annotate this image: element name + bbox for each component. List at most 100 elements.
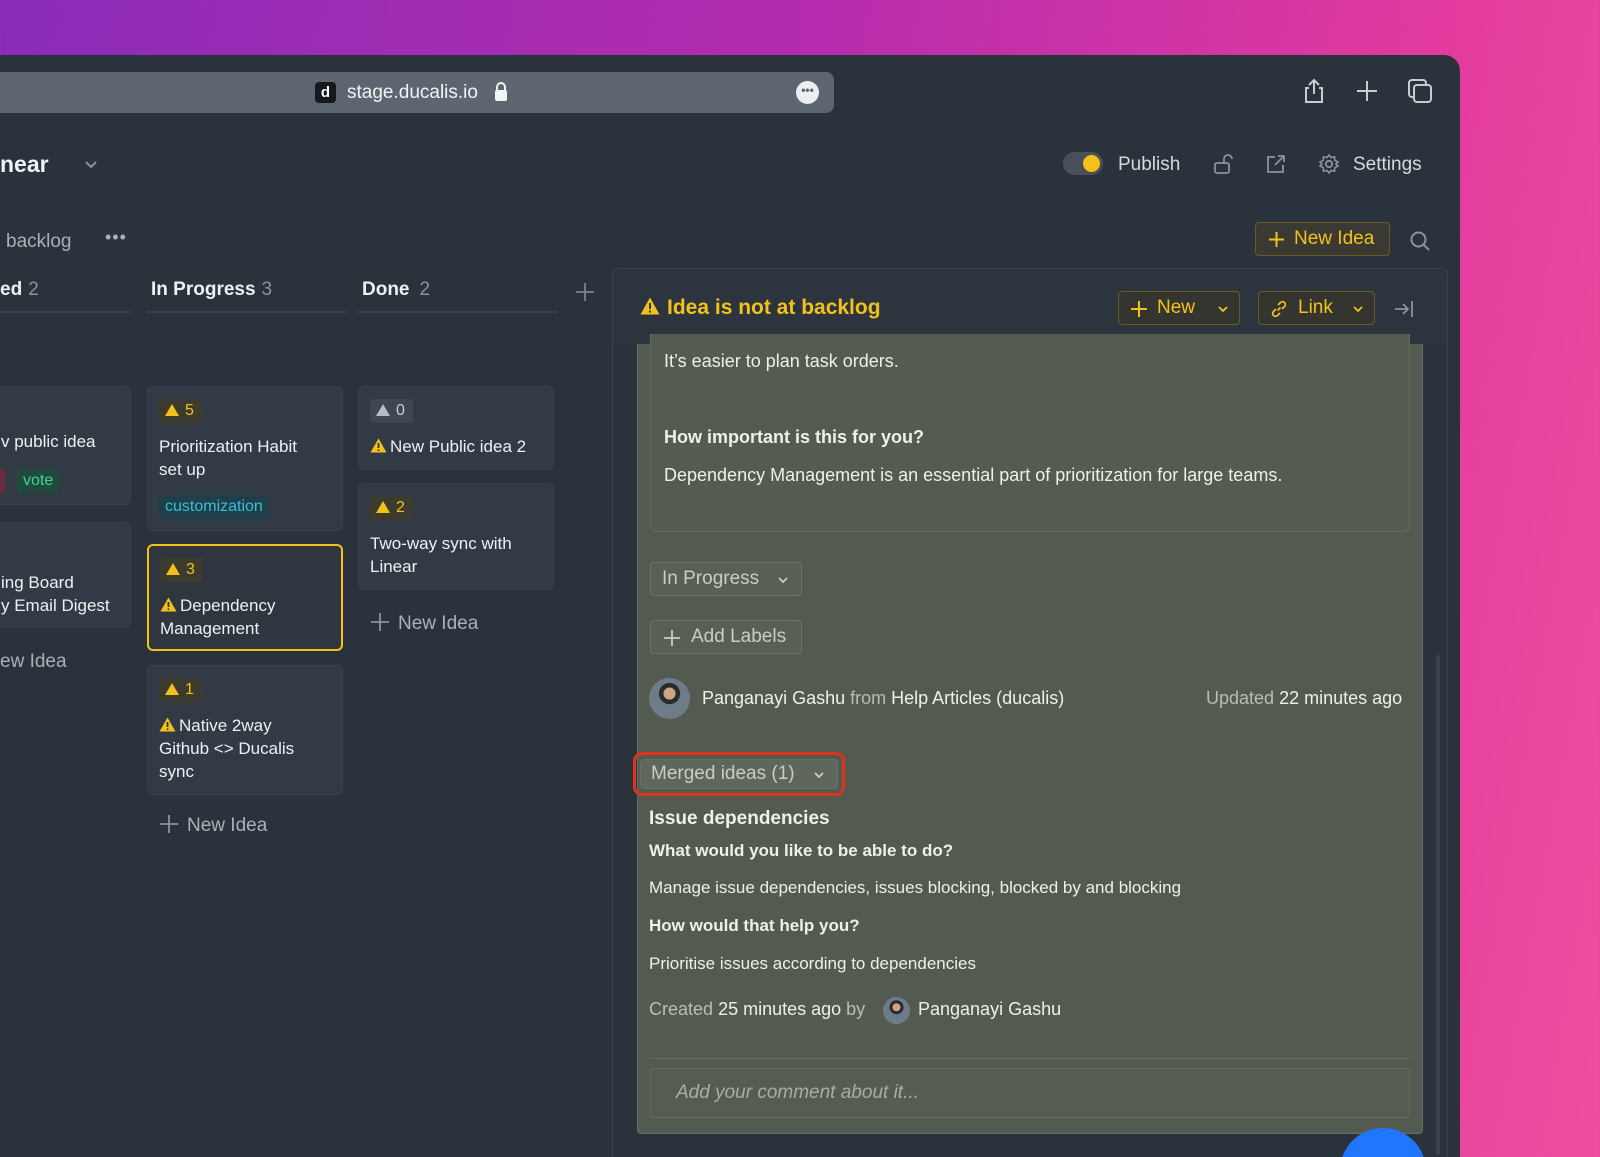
column-divider: [358, 311, 557, 313]
comment-input[interactable]: Add your comment about it...: [650, 1068, 1410, 1118]
vote-badge[interactable]: 5: [159, 399, 202, 423]
app-window: d stage.ducalis.io ••• near Publish Sett…: [0, 55, 1460, 1157]
idea-card[interactable]: 5 Prioritization Habit set up customizat…: [147, 386, 343, 531]
new-idea-button-label: New Idea: [1294, 228, 1375, 249]
page-menu-icon[interactable]: •••: [796, 81, 819, 104]
idea-description[interactable]: It’s easier to plan task orders. How imp…: [650, 334, 1410, 532]
vote-badge[interactable]: 3: [160, 558, 203, 582]
column-header-1: ed 2: [0, 279, 39, 301]
collapse-panel-icon[interactable]: [1393, 298, 1415, 320]
chevron-down-icon: [1353, 306, 1363, 313]
merged-created-line: Created 25 minutes ago by: [649, 999, 866, 1019]
vote-badge[interactable]: 0: [370, 399, 413, 423]
site-favicon: d: [315, 82, 336, 103]
publish-label[interactable]: Publish: [1118, 154, 1180, 176]
plus-icon: [1269, 232, 1284, 247]
address-bar[interactable]: d stage.ducalis.io •••: [0, 72, 834, 113]
settings-button[interactable]: Settings: [1353, 154, 1422, 176]
label-chip-vote: vote: [17, 469, 60, 493]
column-count: 2: [28, 279, 39, 300]
add-idea-link[interactable]: New Idea: [159, 814, 267, 837]
add-idea-link[interactable]: New Idea: [370, 612, 478, 635]
new-tab-icon[interactable]: [1353, 77, 1381, 105]
chevron-down-icon: [814, 772, 824, 779]
new-idea-button[interactable]: New Idea: [1255, 222, 1390, 256]
author-name[interactable]: Panganayi Gashu: [702, 688, 845, 708]
merged-question-2: How would that help you?: [649, 916, 860, 935]
warning-icon: [370, 438, 387, 453]
card-title: ing Board y Email Digest: [1, 573, 110, 615]
scrollbar[interactable]: [1436, 655, 1440, 1155]
link-icon: [1271, 300, 1287, 318]
card-title: Dependency Management: [160, 596, 276, 638]
unlock-icon[interactable]: [1212, 153, 1234, 175]
publish-toggle[interactable]: [1063, 152, 1103, 175]
merged-ideas-dropdown[interactable]: Merged ideas (1): [640, 759, 838, 789]
column-name: Done: [362, 279, 410, 300]
warning-icon: [160, 597, 177, 612]
tabs-overview-icon[interactable]: [1406, 77, 1434, 105]
gear-icon[interactable]: [1318, 153, 1340, 175]
idea-card[interactable]: 1 Native 2way Github <> Ducalis sync: [147, 665, 343, 795]
lock-icon: [495, 82, 507, 101]
add-column-icon[interactable]: [574, 281, 596, 303]
new-dropdown-button[interactable]: New: [1118, 291, 1240, 325]
column-divider: [147, 311, 346, 313]
chevron-down-icon[interactable]: [83, 157, 99, 173]
status-dropdown[interactable]: In Progress: [650, 562, 802, 596]
column-name: In Progress: [151, 279, 256, 300]
card-title: Two-way sync with Linear: [370, 534, 512, 576]
merged-idea-title[interactable]: Issue dependencies: [649, 808, 830, 830]
card-title: New Public idea 2: [370, 435, 526, 458]
idea-card[interactable]: v public idea vote: [0, 386, 131, 505]
idea-detail-panel: Idea is not at backlog New Link It’s eas…: [612, 268, 1448, 1157]
source-name[interactable]: Help Articles (ducalis): [891, 688, 1064, 708]
avatar[interactable]: [649, 678, 690, 719]
card-title: Prioritization Habit set up: [159, 437, 297, 479]
search-icon[interactable]: [1409, 230, 1431, 252]
link-dropdown-button[interactable]: Link: [1258, 291, 1375, 325]
description-question: How important is this for you?: [664, 427, 924, 447]
plus-icon: [371, 613, 389, 631]
merged-ideas-highlight: Merged ideas (1): [633, 752, 845, 796]
warning-icon: [159, 717, 176, 732]
share-icon[interactable]: [1300, 77, 1328, 105]
description-answer: Dependency Management is an essential pa…: [664, 465, 1283, 485]
column-name: ed: [0, 279, 23, 300]
merged-answer-1: Manage issue dependencies, issues blocki…: [649, 878, 1182, 897]
chevron-down-icon: [1218, 306, 1228, 313]
idea-detail-body: It’s easier to plan task orders. How imp…: [633, 334, 1423, 1134]
idea-card[interactable]: 0 New Public idea 2: [358, 386, 554, 470]
toggle-knob: [1083, 155, 1100, 172]
add-labels-button[interactable]: Add Labels: [650, 620, 802, 654]
updated-line: Updated 22 minutes ago: [1206, 688, 1403, 708]
column-header-done: Done 2: [362, 279, 430, 301]
avatar[interactable]: [883, 997, 910, 1024]
plus-icon: [160, 815, 178, 833]
plus-icon: [664, 630, 680, 646]
column-header-in-progress: In Progress 3: [151, 279, 272, 301]
plus-icon: [1131, 301, 1147, 317]
vote-badge[interactable]: 2: [370, 496, 413, 520]
add-idea-link[interactable]: ew Idea: [0, 651, 67, 673]
backlog-warning-title: Idea is not at backlog: [667, 296, 881, 319]
comment-placeholder: Add your comment about it...: [676, 1082, 919, 1103]
idea-card[interactable]: ing Board y Email Digest: [0, 522, 131, 628]
idea-card-selected[interactable]: 3 Dependency Management: [147, 544, 343, 651]
column-count: 2: [419, 279, 431, 300]
external-link-icon[interactable]: [1265, 153, 1287, 175]
more-options-icon[interactable]: •••: [105, 227, 127, 248]
panel-header: Idea is not at backlog New Link: [613, 269, 1447, 344]
warning-icon: [640, 297, 660, 315]
chevron-down-icon: [778, 577, 788, 584]
column-divider: [0, 311, 131, 313]
board-title[interactable]: near: [0, 151, 49, 178]
backlog-tab[interactable]: backlog: [6, 231, 72, 253]
url-text[interactable]: stage.ducalis.io: [347, 82, 478, 104]
divider: [650, 1058, 1410, 1059]
merged-answer-2: Prioritise issues according to dependenc…: [649, 954, 976, 973]
vote-badge[interactable]: 1: [159, 678, 202, 702]
merged-author[interactable]: Panganayi Gashu: [918, 999, 1061, 1020]
label-chip-customization: customization: [159, 495, 269, 519]
idea-card[interactable]: 2 Two-way sync with Linear: [358, 483, 554, 590]
